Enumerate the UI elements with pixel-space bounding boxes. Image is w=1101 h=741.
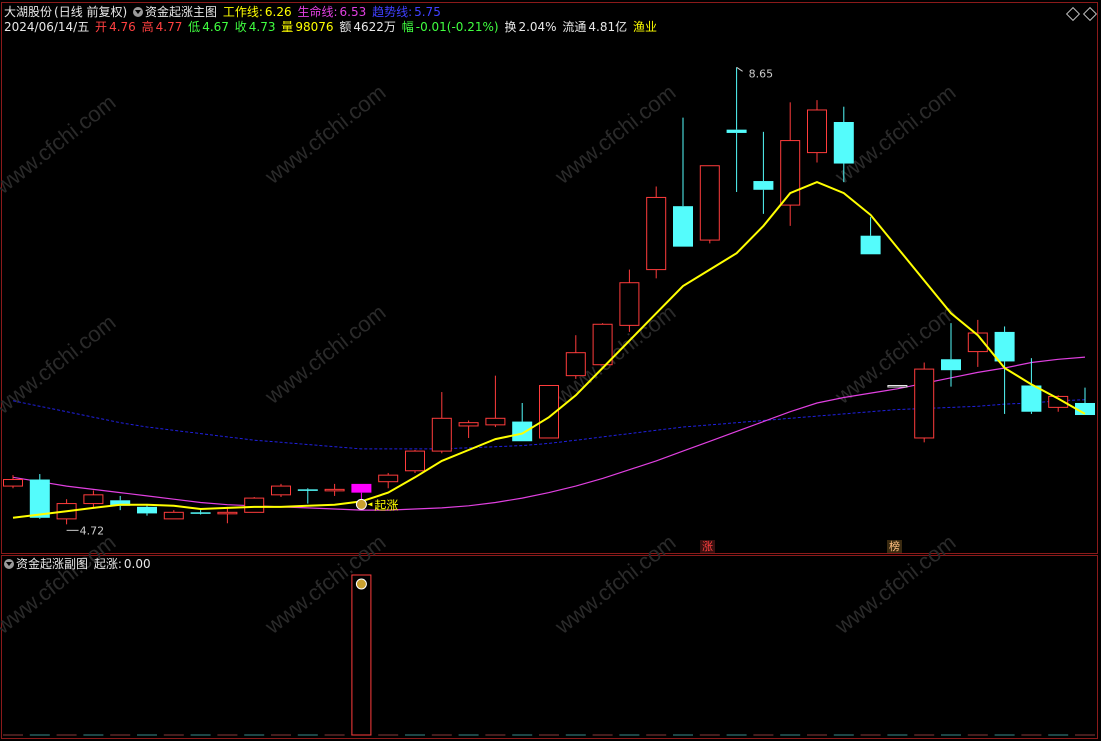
work-line-label: 工作线: bbox=[222, 5, 263, 19]
stock-name: 大湖股份 bbox=[4, 5, 53, 19]
trend-line-value: 5.75 bbox=[414, 5, 441, 19]
main-header-row: 大湖股份 (日线 前复权) 资金起涨主图 工作线: 6.26 生命线: 6.53 趋势… bbox=[4, 5, 443, 19]
turnover-value: 2.04% bbox=[518, 20, 557, 34]
sub-header-row: 资金起涨副图 起涨: 0.00 bbox=[4, 557, 153, 571]
float-value: 4.81亿 bbox=[588, 20, 628, 34]
signal-value: 0.00 bbox=[123, 557, 151, 571]
sub-indicator-menu-icon[interactable] bbox=[4, 559, 14, 569]
work-line-value: 6.26 bbox=[264, 5, 292, 19]
close-value: 4.73 bbox=[248, 20, 276, 34]
float-label: 流通 bbox=[562, 20, 587, 34]
trend-line-label: 趋势线: bbox=[372, 5, 413, 19]
sub-money-bag-icon bbox=[355, 578, 367, 590]
life-line-label: 生命线: bbox=[297, 5, 338, 19]
high-value: 4.77 bbox=[155, 20, 183, 34]
quote-date: 2024/06/14/五 bbox=[4, 20, 90, 34]
close-label: 收 bbox=[234, 20, 247, 34]
open-value: 4.76 bbox=[109, 20, 136, 34]
amount-value: 4622万 bbox=[353, 20, 396, 34]
sector-label[interactable]: 渔业 bbox=[633, 20, 657, 34]
volume-label: 量 bbox=[281, 20, 294, 34]
open-label: 开 bbox=[95, 20, 108, 34]
tag-zhang[interactable]: 涨 bbox=[700, 540, 715, 553]
change-label: 幅 bbox=[401, 20, 414, 34]
low-value: 4.67 bbox=[202, 20, 229, 34]
signal-label: 起涨: bbox=[93, 557, 122, 571]
chart-window: www.cfchi.com www.cfchi.com www.cfchi.com w… bbox=[0, 0, 1101, 741]
indicator-menu-icon[interactable] bbox=[133, 7, 144, 17]
high-label: 高 bbox=[141, 20, 154, 34]
tag-bang[interactable]: 榜 bbox=[887, 540, 902, 553]
turnover-label: 换 bbox=[504, 20, 517, 34]
period-mode: (日线 前复权) bbox=[54, 5, 128, 19]
sub-indicator-name[interactable]: 资金起涨副图 bbox=[16, 557, 88, 571]
quote-row: 2024/06/14/五 开 4.76 高 4.77 低 4.67 收 4.73 量 98… bbox=[4, 20, 659, 34]
low-label: 低 bbox=[188, 20, 201, 34]
indicator-name[interactable]: 资金起涨主图 bbox=[145, 5, 217, 19]
sub-signal-bar bbox=[351, 574, 372, 736]
life-line-value: 6.53 bbox=[339, 5, 367, 19]
volume-value: 98076 bbox=[295, 20, 334, 34]
sub-indicator-chart[interactable] bbox=[0, 0, 1101, 741]
change-value: -0.01(-0.21%) bbox=[415, 20, 499, 34]
amount-label: 额 bbox=[339, 20, 352, 34]
